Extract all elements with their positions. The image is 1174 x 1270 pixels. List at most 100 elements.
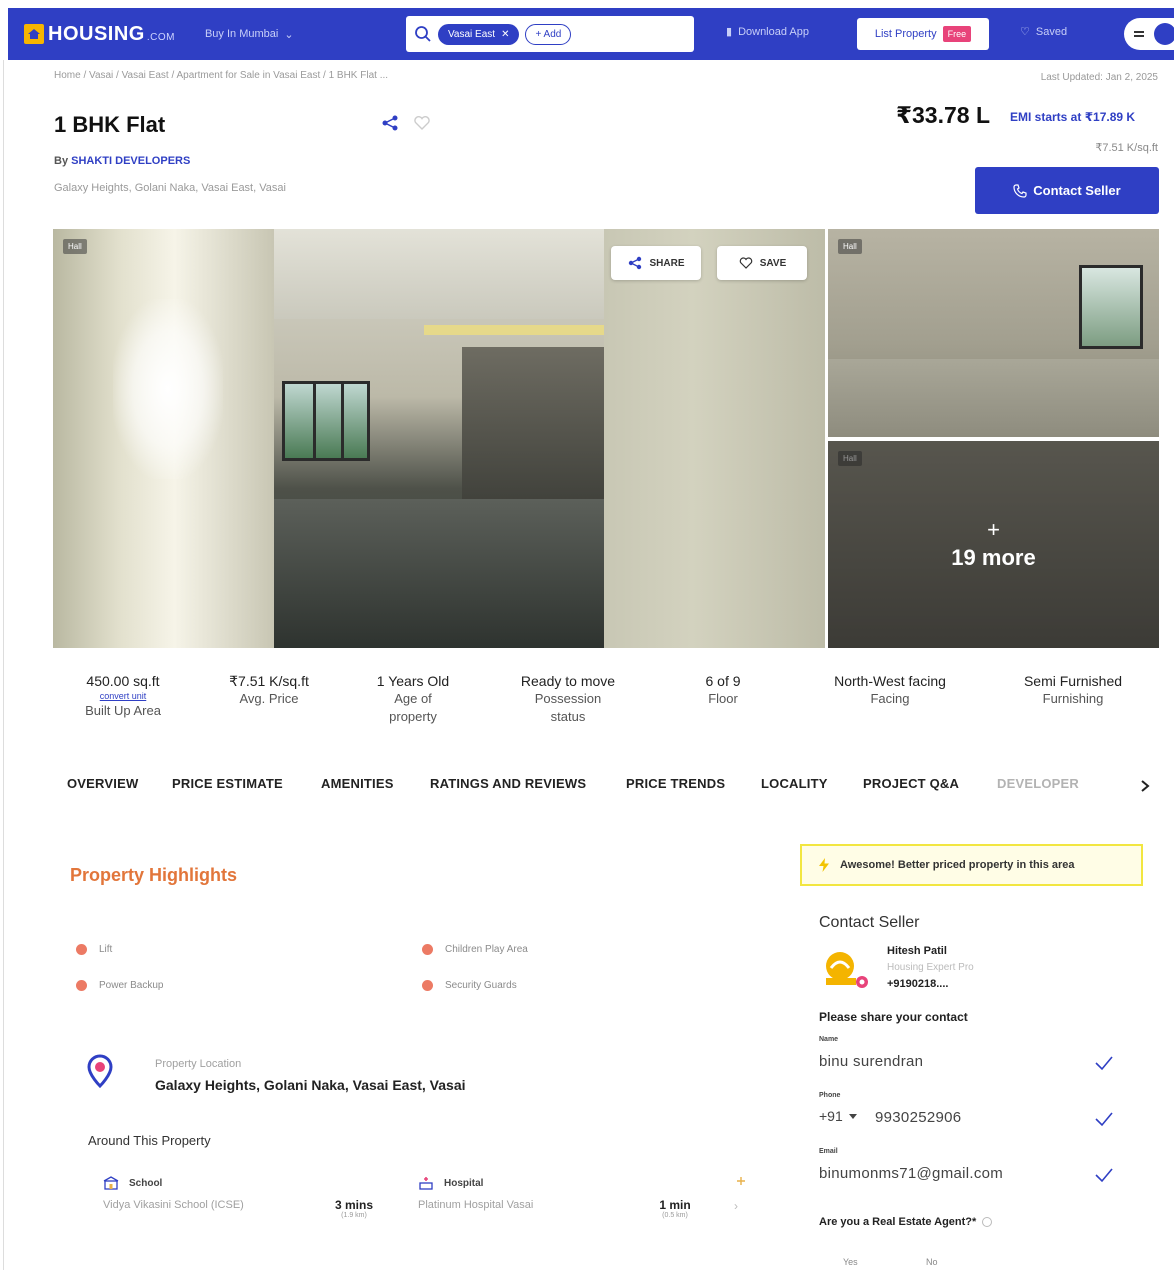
tab-price-estimate[interactable]: PRICE ESTIMATE — [172, 776, 283, 791]
stat-floor: 6 of 9 Floor — [682, 672, 764, 708]
phone-field[interactable] — [875, 1105, 1075, 1129]
info-icon[interactable] — [982, 1217, 993, 1227]
convert-unit-link[interactable]: convert unit — [73, 690, 173, 702]
window — [282, 381, 370, 461]
housing-logo[interactable]: HOUSING .COM — [24, 23, 175, 46]
chevron-right-icon[interactable] — [1138, 778, 1152, 794]
phone-icon: ▮ — [726, 26, 733, 38]
tab-ratings-and-reviews[interactable]: RATINGS AND REVIEWS — [430, 776, 586, 791]
email-field[interactable] — [819, 1161, 1119, 1185]
list-property-button[interactable]: List Property Free — [857, 18, 989, 50]
gallery-photo-top-right[interactable]: Hall — [828, 229, 1159, 437]
photo-tag: Hall — [63, 239, 87, 254]
heart-icon[interactable] — [412, 113, 432, 133]
developer-link[interactable]: SHAKTI DEVELOPERS — [71, 155, 190, 167]
stat-label: Furnishing — [1042, 691, 1104, 706]
stat-value: 450.00 sq.ft — [86, 673, 160, 689]
agent-question: Are you a Real Estate Agent?* — [819, 1216, 993, 1228]
email-field-label: Email — [819, 1148, 838, 1155]
agent-yes-option[interactable]: Yes — [843, 1257, 858, 1267]
poi-time: 3 mins (1.9 km) — [325, 1198, 383, 1219]
tab-locality[interactable]: LOCALITY — [761, 776, 828, 791]
property-location-label: Property Location — [155, 1058, 242, 1070]
property-stats: 450.00 sq.ft convert unit Built Up Area … — [53, 672, 1159, 732]
saved-label: Saved — [1035, 25, 1068, 38]
gallery-photo-blur-left[interactable]: Hall — [53, 229, 274, 648]
close-icon[interactable]: ✕ — [501, 29, 509, 40]
emi-link[interactable]: EMI starts at ₹17.89 K — [1010, 110, 1135, 124]
phone-field-label: Phone — [819, 1092, 841, 1099]
stat-label: Facing — [870, 691, 910, 706]
tab-amenities[interactable]: AMENITIES — [321, 776, 394, 791]
amenity-item: Security Guards — [422, 980, 517, 991]
tab-overview[interactable]: OVERVIEW — [67, 776, 138, 791]
dial-code-select[interactable]: +91 — [819, 1108, 857, 1124]
top-navbar: HOUSING .COM Buy In Mumbai ⌄ Vasai East … — [8, 8, 1174, 60]
hospital-icon — [419, 1177, 433, 1190]
gallery-photo-main[interactable] — [274, 229, 604, 648]
poi-type: School — [129, 1177, 163, 1189]
free-badge: Free — [942, 26, 972, 42]
download-app-link[interactable]: ▮ Download App — [726, 25, 809, 39]
saved-link[interactable]: ♡ Saved — [1020, 25, 1068, 39]
gallery-share-button[interactable]: SHARE — [611, 246, 701, 280]
plus-icon: + — [987, 516, 1000, 542]
add-location-button[interactable]: + Add — [525, 23, 572, 45]
search-icon — [415, 26, 431, 42]
share-icon[interactable] — [380, 113, 400, 133]
stat-label: Built Up Area — [85, 703, 161, 718]
around-property-title: Around This Property — [88, 1133, 211, 1148]
poi-hospital[interactable]: Hospital Platinum Hospital Vasai — [418, 1175, 533, 1211]
more-photos-label: 19 more — [951, 544, 1036, 570]
location-pin-icon — [87, 1054, 113, 1088]
phone-icon — [1013, 183, 1027, 198]
gallery-photo-blur-right[interactable] — [604, 229, 825, 648]
search-box[interactable]: Vasai East ✕ + Add — [406, 16, 694, 52]
location-chip[interactable]: Vasai East ✕ — [438, 23, 520, 45]
check-icon — [1095, 1056, 1113, 1071]
stat-possession: Ready to move Possession status — [503, 672, 633, 726]
breadcrumb[interactable]: Home / Vasai / Vasai East / Apartment fo… — [54, 70, 388, 81]
amenity-item: Children Play Area — [422, 944, 528, 955]
stat-label: Possession status — [534, 691, 602, 724]
price-per-sqft: ₹7.51 K/sq.ft — [1095, 142, 1158, 154]
user-menu[interactable] — [1124, 18, 1174, 50]
poi-next-arrow[interactable]: › — [734, 1199, 738, 1213]
last-updated: Last Updated: Jan 2, 2025 — [1040, 72, 1158, 83]
location-chip-label: Vasai East — [448, 28, 496, 40]
logo-text: HOUSING — [48, 22, 145, 45]
floor — [274, 499, 604, 648]
name-field[interactable] — [819, 1049, 1119, 1073]
bullet-icon — [422, 944, 433, 955]
poi-school[interactable]: School Vidya Vikasini School (ICSE) — [103, 1175, 244, 1211]
amenity-label: Lift — [99, 944, 113, 955]
poi-type: Hospital — [444, 1177, 484, 1189]
gallery-photo-more[interactable]: Hall + 19 more — [828, 441, 1159, 648]
gallery-save-button[interactable]: SAVE — [717, 246, 807, 280]
stat-facing: North-West facing Facing — [810, 672, 970, 708]
amenity-item: Power Backup — [76, 980, 163, 991]
home-icon — [24, 24, 44, 44]
gallery-share-label: SHARE — [649, 257, 685, 269]
chevron-down-icon: ⌄ — [284, 28, 294, 41]
poi-distance: (0.5 km) — [662, 1212, 688, 1219]
city-selector[interactable]: Buy In Mumbai ⌄ — [205, 28, 294, 41]
tab-project-qa[interactable]: PROJECT Q&A — [863, 776, 959, 791]
doorway — [462, 347, 604, 507]
contact-seller-button[interactable]: Contact Seller — [975, 167, 1159, 214]
ceiling — [274, 229, 604, 319]
share-icon — [629, 256, 642, 270]
more-photos-overlay[interactable]: + 19 more — [828, 441, 1159, 648]
poi-time: 1 min (0.5 km) — [648, 1198, 702, 1219]
tab-developer[interactable]: DEVELOPER — [997, 776, 1079, 791]
by-prefix: By — [54, 155, 72, 167]
agent-no-option[interactable]: No — [926, 1257, 938, 1267]
tab-price-trends[interactable]: PRICE TRENDS — [626, 776, 725, 791]
name-field-label: Name — [819, 1036, 839, 1043]
stat-label: Floor — [708, 691, 738, 706]
light-glare — [113, 299, 223, 479]
title-actions — [380, 113, 432, 133]
stat-avg-price: ₹7.51 K/sq.ft Avg. Price — [211, 672, 327, 708]
section-tabs: OVERVIEW PRICE ESTIMATE AMENITIES RATING… — [67, 776, 1157, 798]
floor — [828, 359, 1159, 437]
